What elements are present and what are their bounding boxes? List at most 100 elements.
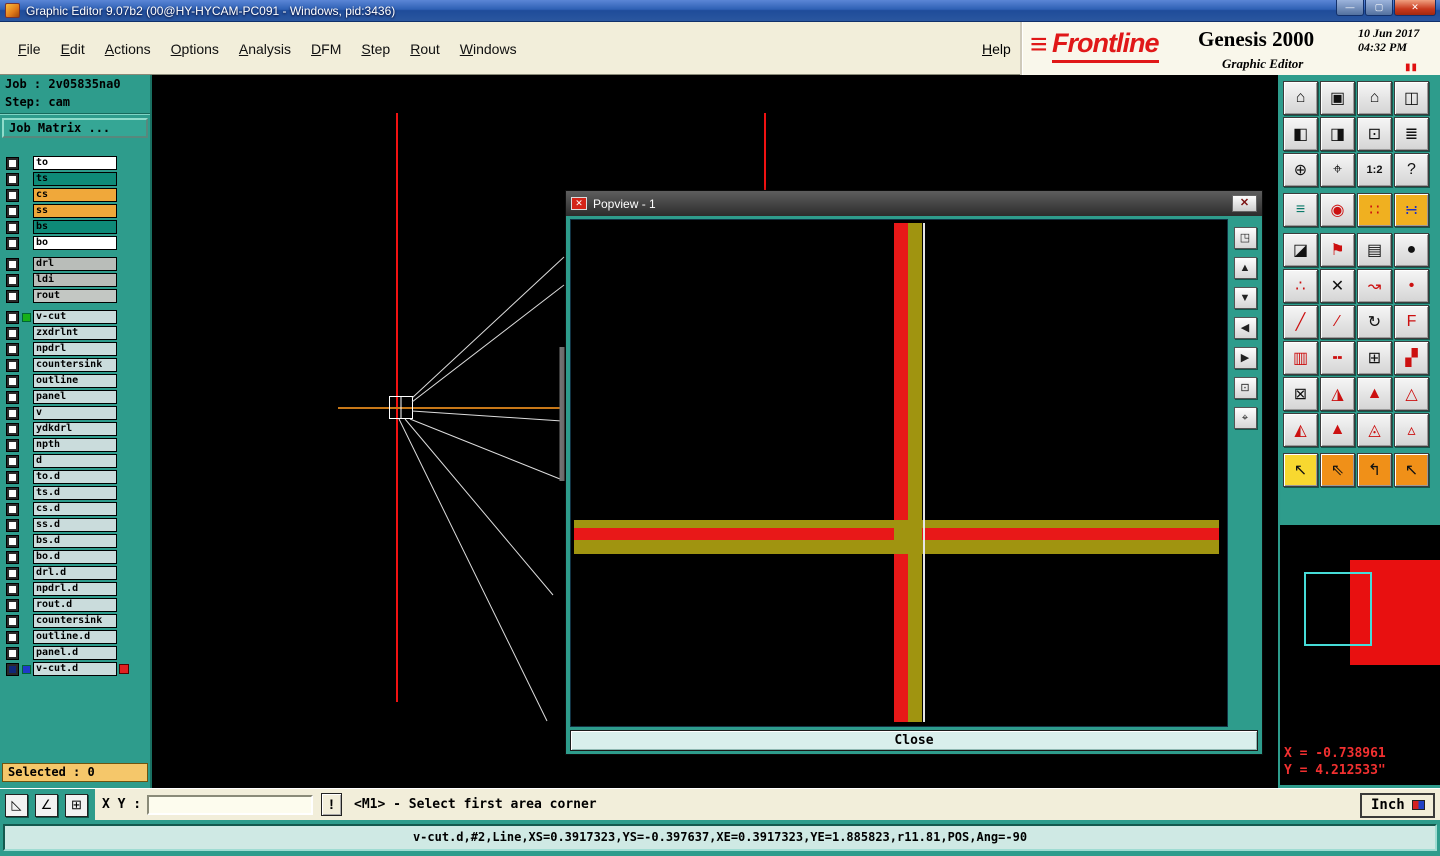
- pointer-add-icon[interactable]: ↰: [1357, 453, 1392, 487]
- menu-actions[interactable]: Actions: [105, 41, 151, 57]
- maximize-button[interactable]: ▢: [1365, 0, 1393, 16]
- layer-row[interactable]: v: [0, 405, 150, 421]
- layer-row[interactable]: ss.d: [0, 517, 150, 533]
- menu-step[interactable]: Step: [361, 41, 390, 57]
- pointer-select-icon[interactable]: ⇖: [1320, 453, 1355, 487]
- layer-row[interactable]: zxdrlnt: [0, 325, 150, 341]
- layer-name[interactable]: cs.d: [33, 502, 117, 516]
- layer-row[interactable]: bo: [0, 235, 150, 251]
- angle-tool-icon[interactable]: ∠: [35, 793, 58, 817]
- layer-checkbox[interactable]: [6, 236, 19, 250]
- job-matrix-button[interactable]: Job Matrix ...: [2, 118, 148, 138]
- layer-checkbox[interactable]: [6, 342, 19, 356]
- layer-checkbox[interactable]: [6, 646, 19, 660]
- layer-name[interactable]: outline: [33, 374, 117, 388]
- layer-row[interactable]: bs: [0, 219, 150, 235]
- layer-checkbox[interactable]: [6, 566, 19, 580]
- layer-checkbox[interactable]: [6, 273, 19, 287]
- layer-checkbox[interactable]: [6, 172, 19, 186]
- layer-checkbox[interactable]: [6, 518, 19, 532]
- layer-name[interactable]: bo: [33, 236, 117, 250]
- layer-checkbox[interactable]: [6, 220, 19, 234]
- transform-box-icon[interactable]: ⊞: [1357, 341, 1392, 375]
- layer-checkbox[interactable]: [6, 454, 19, 468]
- zoom-center-icon[interactable]: ⌖: [1320, 153, 1355, 187]
- line-any-angle-icon[interactable]: ∕: [1320, 305, 1355, 339]
- layer-row[interactable]: bo.d: [0, 549, 150, 565]
- layer-checkbox[interactable]: [6, 422, 19, 436]
- hatch-icon[interactable]: ▥: [1283, 341, 1318, 375]
- layer-row[interactable]: ts.d: [0, 485, 150, 501]
- layer-name[interactable]: bo.d: [33, 550, 117, 564]
- layer-name[interactable]: d: [33, 454, 117, 468]
- pan-left-icon[interactable]: ◀: [1233, 317, 1257, 339]
- layer-row[interactable]: drl.d: [0, 565, 150, 581]
- menu-help[interactable]: Help: [982, 22, 1011, 75]
- layer-row[interactable]: rout.d: [0, 597, 150, 613]
- layer-row[interactable]: v-cut: [0, 309, 150, 325]
- layer-checkbox[interactable]: [6, 310, 19, 324]
- line-45-icon[interactable]: ╱: [1283, 305, 1318, 339]
- units-button[interactable]: Inch: [1360, 793, 1435, 818]
- triangle-up-icon[interactable]: ◮: [1320, 377, 1355, 411]
- layer-checkbox[interactable]: [6, 470, 19, 484]
- net-points-alt-icon[interactable]: ∺: [1394, 193, 1429, 227]
- popview-close-button[interactable]: Close: [570, 730, 1258, 751]
- surface-icon[interactable]: ▞: [1394, 341, 1429, 375]
- layer-checkbox[interactable]: [6, 598, 19, 612]
- arrow-a-alt-icon[interactable]: △: [1394, 377, 1429, 411]
- layer-name[interactable]: cs: [33, 188, 117, 202]
- layer-name[interactable]: bs: [33, 220, 117, 234]
- layer-name[interactable]: v-cut: [33, 310, 117, 324]
- layer-name[interactable]: ss.d: [33, 518, 117, 532]
- arrow-a-icon[interactable]: ▲: [1357, 377, 1392, 411]
- layer-name[interactable]: npdrl.d: [33, 582, 117, 596]
- layer-name[interactable]: bs.d: [33, 534, 117, 548]
- layer-checkbox[interactable]: [6, 582, 19, 596]
- layer-row[interactable]: outline.d: [0, 629, 150, 645]
- corner-tool-icon[interactable]: ◺: [5, 793, 28, 817]
- layer-row[interactable]: ss: [0, 203, 150, 219]
- layer-checkbox[interactable]: [6, 204, 19, 218]
- popview-titlebar[interactable]: ✕ Popview - 1 ✕: [566, 191, 1262, 216]
- layer-row[interactable]: ts: [0, 171, 150, 187]
- select-peak-icon[interactable]: ◭: [1283, 413, 1318, 447]
- layer-row[interactable]: cs: [0, 187, 150, 203]
- points-pair-icon[interactable]: ∴: [1283, 269, 1318, 303]
- zoom-ratio-icon[interactable]: 1:2: [1357, 153, 1392, 187]
- move-vertex-icon[interactable]: ↝: [1357, 269, 1392, 303]
- layer-name[interactable]: countersink: [33, 614, 117, 628]
- mirror-f-icon[interactable]: F: [1394, 305, 1429, 339]
- select-peak2-icon[interactable]: ▲: [1320, 413, 1355, 447]
- layer-checkbox[interactable]: [6, 550, 19, 564]
- shift-right-icon[interactable]: ◨: [1320, 117, 1355, 151]
- layer-checkbox[interactable]: [6, 257, 19, 271]
- layer-checkbox[interactable]: [6, 662, 19, 676]
- measure-lines-icon[interactable]: ≡: [1283, 193, 1318, 227]
- pan-down-icon[interactable]: ▼: [1233, 287, 1257, 309]
- pan-right-icon[interactable]: ▶: [1233, 347, 1257, 369]
- close-button[interactable]: ✕: [1394, 0, 1436, 16]
- layer-name[interactable]: ldi: [33, 273, 117, 287]
- layer-row[interactable]: cs.d: [0, 501, 150, 517]
- layer-checkbox[interactable]: [6, 358, 19, 372]
- layer-name[interactable]: rout: [33, 289, 117, 303]
- layer-checkbox[interactable]: [6, 289, 19, 303]
- layer-name[interactable]: v: [33, 406, 117, 420]
- layer-row[interactable]: countersink: [0, 613, 150, 629]
- layer-name[interactable]: rout.d: [33, 598, 117, 612]
- layer-row[interactable]: drl: [0, 256, 150, 272]
- help-icon[interactable]: ?: [1394, 153, 1429, 187]
- layer-checkbox[interactable]: [6, 630, 19, 644]
- layer-row[interactable]: to: [0, 155, 150, 171]
- pointer-rotate-icon[interactable]: ↖: [1394, 453, 1429, 487]
- layer-row[interactable]: bs.d: [0, 533, 150, 549]
- layer-row[interactable]: npdrl.d: [0, 581, 150, 597]
- select-peak4-icon[interactable]: ▵: [1394, 413, 1429, 447]
- single-dot-icon[interactable]: •: [1394, 269, 1429, 303]
- popview-close-x[interactable]: ✕: [1232, 195, 1257, 212]
- grid-tool-icon[interactable]: ⊞: [65, 793, 88, 817]
- net-points-icon[interactable]: ∷: [1357, 193, 1392, 227]
- layer-name[interactable]: ts.d: [33, 486, 117, 500]
- menu-dfm[interactable]: DFM: [311, 41, 341, 57]
